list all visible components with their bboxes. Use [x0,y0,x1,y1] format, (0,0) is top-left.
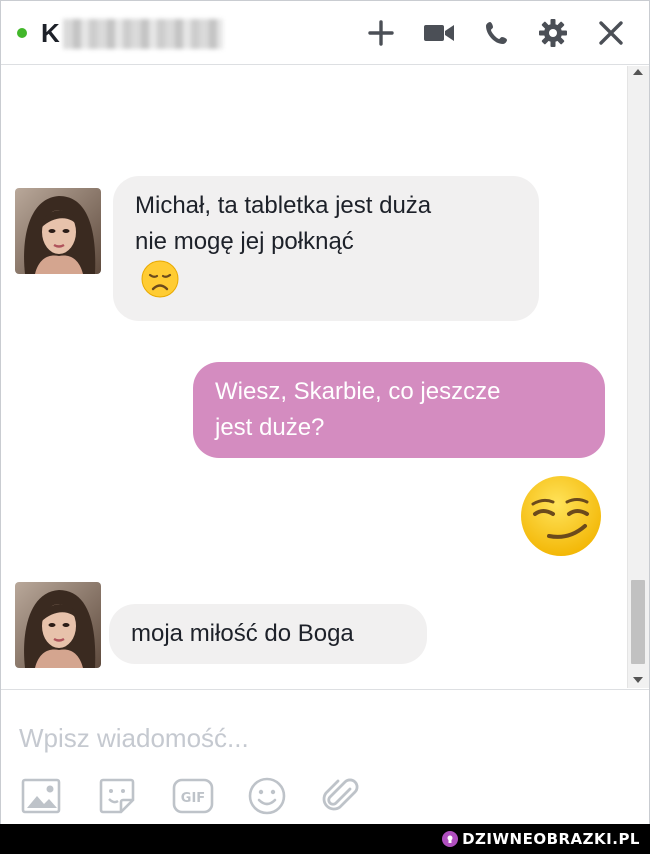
scrollbar-thumb[interactable] [631,580,645,664]
watermark-logo-icon [442,831,459,847]
phone-icon[interactable] [479,15,515,51]
message-composer: GIF [1,689,649,825]
message-text: moja miłość do Boga [131,620,354,647]
sticker-icon[interactable] [95,774,139,818]
scroll-up-arrow-icon[interactable] [633,69,643,75]
message-bubble-outgoing[interactable]: Wiesz, Skarbie, co jeszcze jest duże? [193,362,605,458]
video-camera-icon[interactable] [421,15,457,51]
attachment-icon[interactable] [319,774,363,818]
chat-header: K [1,1,649,65]
message-text: nie mogę jej połknąć [135,228,354,255]
close-icon[interactable] [593,15,629,51]
disappointed-face-emoji [141,260,517,309]
gif-icon[interactable]: GIF [171,774,215,818]
smirking-face-emoji[interactable] [519,474,603,563]
scroll-down-arrow-icon[interactable] [633,677,643,683]
photo-icon[interactable] [19,774,63,818]
message-text: jest duże? [215,414,325,441]
message-bubble-incoming[interactable]: moja miłość do Boga [109,604,427,664]
watermark-bar: DZIWNEOBRAZKI.PL [0,824,650,854]
message-bubble-incoming[interactable]: Michał, ta tabletka jest duża nie mogę j… [113,176,539,321]
watermark: DZIWNEOBRAZKI.PL [442,829,640,849]
online-status-dot [17,28,27,38]
message-text: Michał, ta tabletka jest duża [135,192,432,219]
plus-icon[interactable] [363,15,399,51]
watermark-text: DZIWNEOBRAZKI.PL [462,830,640,848]
message-list[interactable]: Michał, ta tabletka jest duża nie mogę j… [1,66,627,688]
contact-name-pixelated [63,19,223,49]
contact-name[interactable]: K [41,18,60,49]
contact-avatar[interactable] [15,582,101,668]
chat-window: K Michał, ta tabletka jest duża nie mogę… [0,0,650,825]
message-input[interactable] [19,720,619,756]
emoji-icon[interactable] [245,774,289,818]
svg-text:GIF: GIF [181,791,205,806]
message-text: Wiesz, Skarbie, co jeszcze [215,378,501,405]
message-scrollbar[interactable] [627,66,649,688]
gear-icon[interactable] [535,15,571,51]
contact-avatar[interactable] [15,188,101,274]
